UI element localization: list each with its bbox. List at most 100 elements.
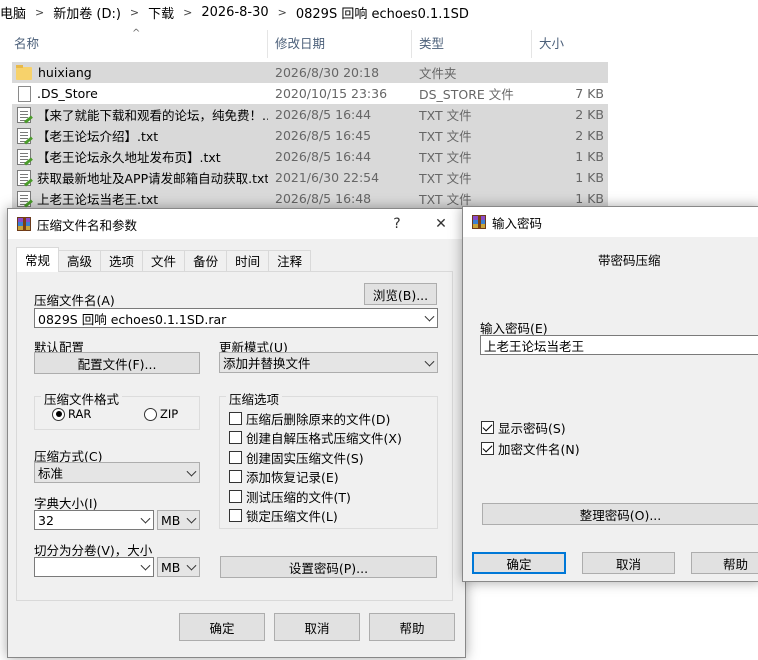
dictionary-unit-select[interactable]: MB [157,510,200,530]
file-name: .DS_Store [37,86,98,101]
radio-unselected-icon[interactable] [144,407,157,421]
column-header-size[interactable]: 大小 [532,30,612,58]
checkbox-box[interactable] [229,431,242,444]
password-cancel-button[interactable]: 取消 [582,552,675,574]
chevron-down-icon[interactable] [424,356,435,367]
breadcrumb-item-current-folder[interactable]: 0829S 回响 echoes0.1.1SD [290,3,475,22]
archive-cancel-button[interactable]: 取消 [274,613,360,641]
column-header-date[interactable]: 修改日期 [268,30,412,58]
chevron-right-icon[interactable]: > [32,6,47,19]
tab-advanced[interactable]: 高级 [58,250,102,272]
column-header-row: ^ 名称 修改日期 类型 大小 [0,28,612,58]
recovery-record-checkbox[interactable]: 添加恢复记录(E) [229,467,339,486]
chevron-down-icon[interactable] [140,560,151,571]
password-input[interactable]: 上老王论坛当老王 [480,335,758,355]
file-row[interactable]: 【来了就能下载和观看的论坛，纯免费！... 2026/8/5 16:44 TXT… [12,104,608,125]
file-date: 2026/8/5 16:44 [275,149,372,164]
chevron-down-icon[interactable] [140,513,151,524]
file-date: 2026/8/30 20:18 [275,65,380,80]
txt-file-icon [17,148,31,165]
password-ok-button[interactable]: 确定 [472,552,566,574]
checkbox-checked-icon[interactable] [481,442,494,455]
test-files-checkbox[interactable]: 测试压缩的文件(T) [229,487,351,506]
archive-dialog-titlebar[interactable]: 压缩文件名和参数 ? ✕ [8,209,465,239]
encrypt-names-checkbox[interactable]: 加密文件名(N) [481,439,580,458]
checkbox-box[interactable] [229,412,242,425]
chevron-down-icon[interactable] [186,560,197,571]
file-type: DS_STORE 文件 [419,87,514,102]
file-date: 2026/8/5 16:48 [275,191,372,206]
archive-ok-button[interactable]: 确定 [179,613,265,641]
archive-help-button[interactable]: 帮助 [369,613,455,641]
show-password-checkbox[interactable]: 显示密码(S) [481,418,566,437]
chevron-right-icon[interactable]: > [180,6,195,19]
txt-file-icon [17,106,31,123]
format-rar-radio[interactable]: RAR [52,407,91,421]
file-row[interactable]: huixiang 2026/8/30 20:18 文件夹 [12,62,608,83]
format-zip-radio[interactable]: ZIP [144,407,178,421]
file-icon [18,85,31,102]
browse-button[interactable]: 浏览(B)... [364,283,437,305]
txt-file-icon [17,190,31,207]
sfx-checkbox[interactable]: 创建自解压格式压缩文件(X) [229,428,402,447]
file-row[interactable]: 获取最新地址及APP请发邮箱自动获取.txt 2021/6/30 22:54 T… [12,167,608,188]
update-mode-select[interactable]: 添加并替换文件 [219,352,438,373]
checkbox-box[interactable] [229,451,242,464]
solid-checkbox[interactable]: 创建固实压缩文件(S) [229,448,364,467]
split-unit-select[interactable]: MB [157,557,200,577]
file-size: 2 KB [575,107,604,122]
organize-passwords-button[interactable]: 整理密码(O)... [482,503,758,525]
checkbox-checked-icon[interactable] [481,421,494,434]
radio-selected-icon[interactable] [52,407,65,421]
folder-icon [16,65,32,80]
tab-time[interactable]: 时间 [226,250,270,272]
checkbox-box[interactable] [229,490,242,503]
file-list: huixiang 2026/8/30 20:18 文件夹 .DS_Store 2… [12,62,608,209]
tab-general[interactable]: 常规 [16,247,60,272]
tab-backup[interactable]: 备份 [184,250,228,272]
file-size: 1 KB [575,170,604,185]
file-row[interactable]: 【老王论坛永久地址发布页】.txt 2026/8/5 16:44 TXT 文件 … [12,146,608,167]
lock-archive-checkbox[interactable]: 锁定压缩文件(L) [229,506,338,525]
password-dialog-titlebar[interactable]: 输入密码 [463,207,758,237]
set-password-button[interactable]: 设置密码(P)... [220,556,437,578]
archive-dialog-title: 压缩文件名和参数 [37,217,138,233]
column-header-type[interactable]: 类型 [412,30,532,58]
chevron-right-icon[interactable]: > [275,6,290,19]
file-row[interactable]: .DS_Store 2020/10/15 23:36 DS_STORE 文件 7… [12,83,608,104]
chevron-down-icon[interactable] [186,466,197,477]
file-size: 2 KB [575,128,604,143]
file-date: 2021/6/30 22:54 [275,170,380,185]
winrar-icon [17,217,31,231]
chevron-right-icon[interactable]: > [127,6,142,19]
close-icon[interactable]: ✕ [421,209,461,239]
file-row[interactable]: 【老王论坛介绍】.txt 2026/8/5 16:45 TXT 文件 2 KB [12,125,608,146]
breadcrumb: 电脑 > 新加卷 (D:) > 下载 > 2026-8-30 > 0829S 回… [0,0,758,24]
dictionary-size-select[interactable]: 32 [34,510,154,530]
tab-options[interactable]: 选项 [100,250,144,272]
breadcrumb-item-drive[interactable]: 新加卷 (D:) [47,3,127,22]
breadcrumb-item-date-folder[interactable]: 2026-8-30 [195,5,274,20]
split-size-input[interactable] [34,557,154,577]
column-header-name[interactable]: ^ 名称 [0,28,268,58]
file-name: 上老王论坛当老王.txt [37,192,159,207]
tab-comment[interactable]: 注释 [268,250,312,272]
password-help-button[interactable]: 帮助 [691,552,758,574]
file-name: 【来了就能下载和观看的论坛，纯免费！... [37,108,268,123]
checkbox-box[interactable] [229,509,242,522]
help-icon[interactable]: ? [377,209,417,239]
breadcrumb-item-pc[interactable]: 电脑 [0,3,32,22]
tab-files[interactable]: 文件 [142,250,186,272]
delete-after-checkbox[interactable]: 压缩后删除原来的文件(D) [229,409,390,428]
method-select[interactable]: 标准 [34,462,200,483]
chevron-down-icon[interactable] [424,311,435,322]
checkbox-box[interactable] [229,470,242,483]
file-date: 2026/8/5 16:44 [275,107,372,122]
chevron-down-icon[interactable] [186,513,197,524]
file-name: 获取最新地址及APP请发邮箱自动获取.txt [37,171,268,186]
archive-name-input[interactable]: 0829S 回响 echoes0.1.1SD.rar [34,308,438,328]
file-size: 1 KB [575,149,604,164]
txt-file-icon [17,169,31,186]
breadcrumb-item-downloads[interactable]: 下载 [142,3,180,22]
profiles-button[interactable]: 配置文件(F)... [34,352,200,374]
